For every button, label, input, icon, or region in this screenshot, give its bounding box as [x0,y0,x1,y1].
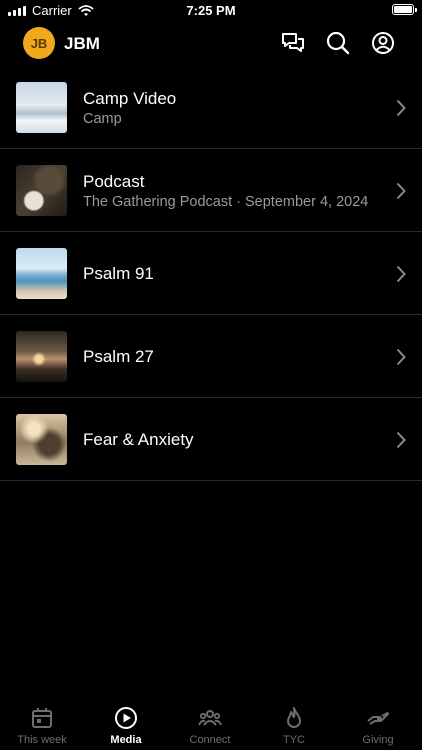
battery-icon [392,4,417,15]
psalm-27-thumbnail [16,331,67,382]
chevron-right-icon [396,99,406,117]
tab-media[interactable]: Media [84,700,168,750]
media-item-fear-anxiety[interactable]: Fear & Anxiety [0,398,422,481]
chevron-right-icon [396,265,406,283]
media-item-title: Psalm 27 [83,346,154,366]
media-list: Camp Video Camp Podcast The Gathering Po… [0,66,422,481]
chevron-right-icon [396,431,406,449]
fear-anxiety-thumbnail [16,414,67,465]
brand-logo[interactable]: JB [23,27,55,59]
media-item-title: Psalm 91 [83,263,154,283]
brand-name: JBM [64,34,100,53]
tab-connect[interactable]: Connect [168,700,252,750]
app-header: JB JBM [0,24,422,66]
play-icon [115,707,137,729]
tab-label: TYC [283,734,305,746]
camp-video-thumbnail [16,82,67,133]
tab-this-week[interactable]: This week [0,700,84,750]
calendar-icon [32,708,52,728]
giving-hand-icon [367,712,389,725]
tab-bar: This week Media Connect TYC Giving [0,700,422,750]
chevron-right-icon [396,348,406,366]
media-item-title: Podcast [83,171,145,191]
media-item-psalm-91[interactable]: Psalm 91 [0,232,422,315]
account-icon[interactable] [370,30,396,56]
media-item-podcast[interactable]: Podcast The Gathering Podcast · Septembe… [0,149,422,232]
tab-label: This week [17,734,67,746]
media-item-psalm-27[interactable]: Psalm 27 [0,315,422,398]
status-time: 7:25 PM [186,3,236,18]
tab-label: Connect [189,734,231,746]
media-item-camp-video[interactable]: Camp Video Camp [0,66,422,149]
chevron-right-icon [396,182,406,200]
media-item-subtitle: Camp [83,110,122,127]
psalm-91-thumbnail [16,248,67,299]
tab-label: Media [110,734,142,746]
search-icon[interactable] [325,30,351,56]
tab-label: Giving [362,734,394,746]
tab-giving[interactable]: Giving [336,700,420,750]
logo-text: JB [30,35,48,51]
people-icon [198,710,222,726]
flame-icon [287,707,301,728]
chat-icon[interactable] [280,30,306,56]
status-bar: Carrier 7:25 PM [0,0,422,22]
podcast-thumbnail [16,165,67,216]
media-item-title: Camp Video [83,88,177,108]
tab-tyc[interactable]: TYC [252,700,336,750]
media-item-title: Fear & Anxiety [83,429,194,449]
media-item-subtitle: The Gathering Podcast · September 4, 202… [83,193,369,210]
